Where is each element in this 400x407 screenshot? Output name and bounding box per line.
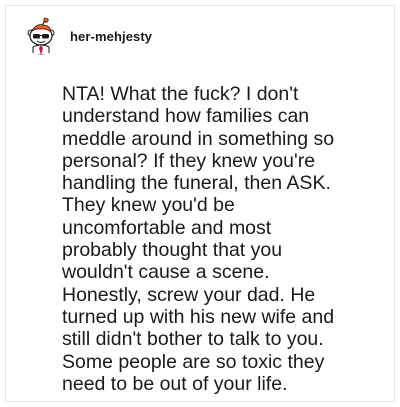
username-link[interactable]: her-mehjesty <box>70 29 152 44</box>
snoo-avatar-icon[interactable] <box>22 17 60 55</box>
comment-card: her-mehjesty NTA! What the fuck? I don't… <box>5 5 395 402</box>
comment-header: her-mehjesty <box>22 16 152 56</box>
comment-body: NTA! What the fuck? I don't understand h… <box>62 83 335 395</box>
